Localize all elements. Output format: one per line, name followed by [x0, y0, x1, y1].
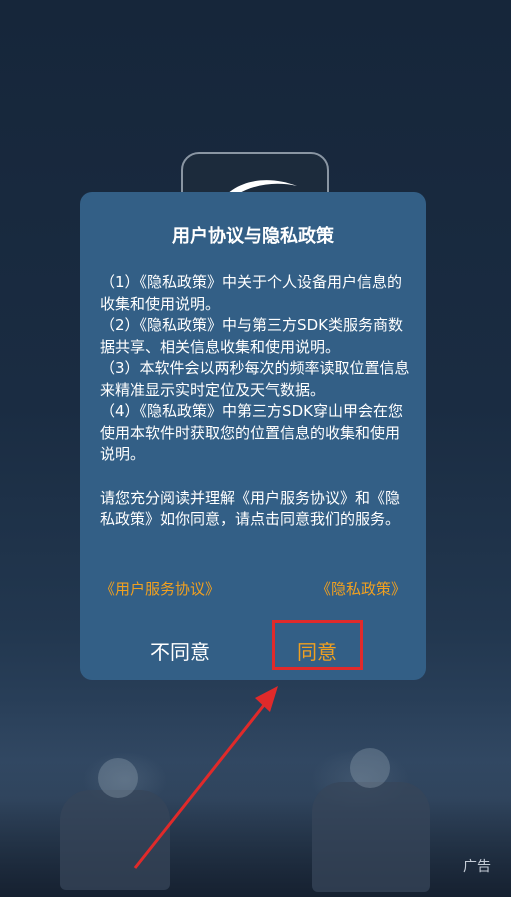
arrow-annotation-icon: [133, 686, 278, 869]
